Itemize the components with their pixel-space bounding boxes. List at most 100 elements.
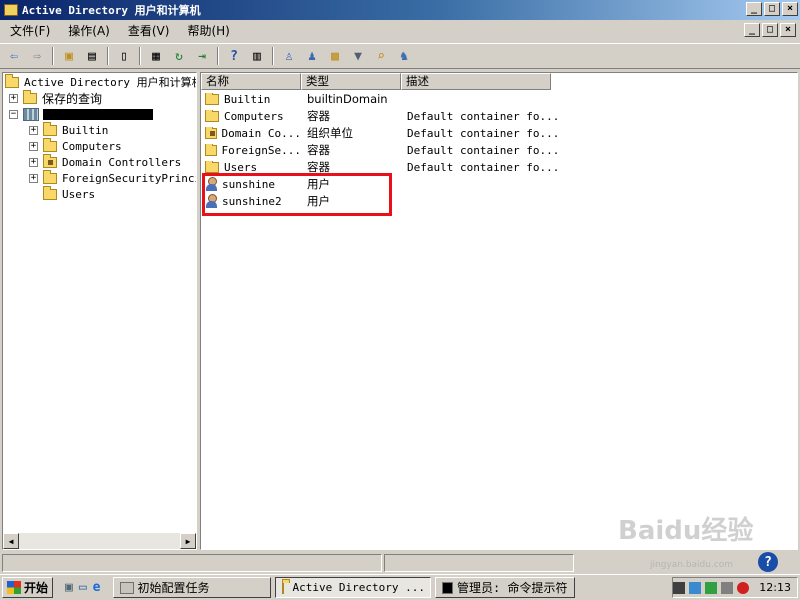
tree-item-label: Users <box>62 187 96 201</box>
taskbar-button-active-directory[interactable]: Active Directory ... <box>274 577 431 598</box>
taskbar-button-initial-config[interactable]: 初始配置任务 <box>112 577 271 598</box>
taskbar: 开始 ▣ ▭ e 初始配置任务 Active Directory ... 管理员… <box>0 574 800 600</box>
network-icon[interactable] <box>689 581 702 594</box>
list-pane[interactable]: 名称 类型 描述 Builtin builtinDomain Computers 容器… <box>200 72 798 550</box>
list-item-description: Default container fo... <box>407 109 560 123</box>
task-label: 管理员: 命令提示符 <box>457 581 568 595</box>
volume-icon[interactable] <box>721 581 734 594</box>
collapse-icon[interactable]: − <box>9 109 18 119</box>
folder-icon <box>23 89 37 104</box>
list-item-name: Builtin <box>224 92 271 106</box>
clock[interactable]: 12:13 <box>759 581 791 594</box>
title-bar[interactable]: Active Directory 用户和计算机 _ □ × <box>0 0 800 20</box>
toolbar-separator <box>52 47 54 65</box>
properties-icon[interactable]: ▦ <box>146 46 166 66</box>
folder-icon <box>43 169 57 184</box>
tree-item-users[interactable]: Users <box>43 185 96 202</box>
toolbar-separator <box>107 47 109 65</box>
up-folder-icon[interactable]: ▣ <box>59 46 79 66</box>
export-list-icon[interactable]: ⇥ <box>192 46 212 66</box>
list-cell-name: Builtin <box>201 92 301 106</box>
child-close-button[interactable]: × <box>780 23 796 37</box>
tree-item-foreign-security-principals[interactable]: + ForeignSecurityPrincip <box>29 169 196 186</box>
scroll-right-icon[interactable]: ▶ <box>180 533 196 549</box>
scroll-left-icon[interactable]: ◀ <box>3 533 19 549</box>
filter-icon[interactable]: ▼ <box>348 46 368 66</box>
column-header-description[interactable]: 描述 <box>401 73 551 90</box>
clipboard-icon[interactable]: ▯ <box>114 46 134 66</box>
close-button[interactable]: × <box>782 2 798 16</box>
start-button[interactable]: 开始 <box>2 577 54 598</box>
list-cell-name: Users <box>201 160 301 174</box>
tree-item-label: Computers <box>62 139 122 153</box>
ou-icon <box>205 126 217 139</box>
child-restore-button[interactable]: □ <box>762 23 778 37</box>
new-user-icon[interactable]: ♙ <box>279 46 299 66</box>
list-item[interactable]: Computers 容器 Default container fo... <box>201 108 561 124</box>
windows-logo-icon <box>7 581 21 594</box>
ou-icon <box>43 153 57 168</box>
expand-icon[interactable]: + <box>29 125 38 135</box>
shield-icon[interactable] <box>705 581 718 594</box>
menu-bar: 文件(F) 操作(A) 查看(V) 帮助(H) _ □ × <box>0 21 800 41</box>
menu-action[interactable]: 操作(A) <box>62 22 116 40</box>
taskbar-button-command-prompt[interactable]: 管理员: 命令提示符 <box>434 577 575 598</box>
menu-file[interactable]: 文件(F) <box>4 22 56 40</box>
status-bar <box>0 552 800 574</box>
tree-item-computers[interactable]: + Computers <box>29 137 122 154</box>
maximize-button[interactable]: □ <box>764 2 780 16</box>
minimize-button[interactable]: _ <box>746 2 762 16</box>
add-to-group-icon[interactable]: ♞ <box>394 46 414 66</box>
tree-item-domain[interactable]: − <box>9 106 153 122</box>
red-highlight-box <box>202 173 392 216</box>
scroll-track[interactable] <box>19 533 180 549</box>
window-icon <box>119 581 134 594</box>
expand-icon[interactable]: + <box>9 93 18 103</box>
list-item-name: Users <box>224 160 258 174</box>
tree-item-saved-queries[interactable]: + 保存的查询 <box>9 89 103 106</box>
toolbar-separator <box>272 47 274 65</box>
forward-arrow-icon[interactable]: ⇨ <box>27 46 47 66</box>
internet-explorer-icon[interactable]: e <box>93 580 101 595</box>
network-error-icon[interactable] <box>737 581 750 594</box>
column-header-type[interactable]: 类型 <box>301 73 401 90</box>
child-minimize-button[interactable]: _ <box>744 23 760 37</box>
column-header-name[interactable]: 名称 <box>201 73 301 90</box>
domain-icon <box>23 107 39 121</box>
new-group-icon[interactable]: ♟ <box>302 46 322 66</box>
folder-icon <box>43 185 57 200</box>
list-item[interactable]: Builtin builtinDomain <box>201 91 561 107</box>
refresh-icon[interactable]: ↻ <box>169 46 189 66</box>
folder-icon <box>205 160 219 173</box>
tree-root[interactable]: Active Directory 用户和计算机 <box>5 73 196 90</box>
help-circle-icon[interactable]: ? <box>758 552 778 572</box>
find-icon[interactable]: ⌕ <box>371 46 391 66</box>
new-ou-icon[interactable]: ▩ <box>325 46 345 66</box>
show-desktop-icon[interactable]: ▭ <box>79 580 87 595</box>
toolbar: ⇦ ⇨ ▣ ▤ ▯ ▦ ↻ ⇥ ? ▥ ♙ ♟ ▩ ▼ ⌕ ♞ <box>0 43 800 69</box>
menu-help[interactable]: 帮助(H) <box>181 22 235 40</box>
back-arrow-icon[interactable]: ⇦ <box>4 46 24 66</box>
show-tree-icon[interactable]: ▤ <box>82 46 102 66</box>
vmware-icon[interactable] <box>673 581 686 594</box>
menu-view[interactable]: 查看(V) <box>122 22 176 40</box>
list-cell-name: Computers <box>201 109 301 123</box>
window-title: Active Directory 用户和计算机 <box>22 4 201 17</box>
expand-icon[interactable]: + <box>29 173 38 183</box>
snapin-icon <box>5 73 19 88</box>
tree-horizontal-scrollbar[interactable]: ◀ ▶ <box>3 533 196 549</box>
console-icon[interactable]: ▥ <box>247 46 267 66</box>
list-item[interactable]: Domain Co... 组织单位 Default container fo... <box>201 125 561 141</box>
tree-item-builtin[interactable]: + Builtin <box>29 121 108 138</box>
list-header: 名称 类型 描述 <box>201 73 551 90</box>
expand-icon[interactable]: + <box>29 157 38 167</box>
help-icon[interactable]: ? <box>224 46 244 66</box>
tree-item-label: 保存的查询 <box>42 91 103 106</box>
expand-icon[interactable]: + <box>29 141 38 151</box>
server-manager-icon[interactable]: ▣ <box>65 580 73 595</box>
list-item-type: 容器 <box>307 109 330 123</box>
list-item[interactable]: ForeignSe... 容器 Default container fo... <box>201 142 561 158</box>
folder-icon <box>205 109 219 122</box>
tree-item-domain-controllers[interactable]: + Domain Controllers <box>29 153 181 170</box>
tree-pane[interactable]: Active Directory 用户和计算机 + 保存的查询 − + Buil… <box>2 72 197 550</box>
